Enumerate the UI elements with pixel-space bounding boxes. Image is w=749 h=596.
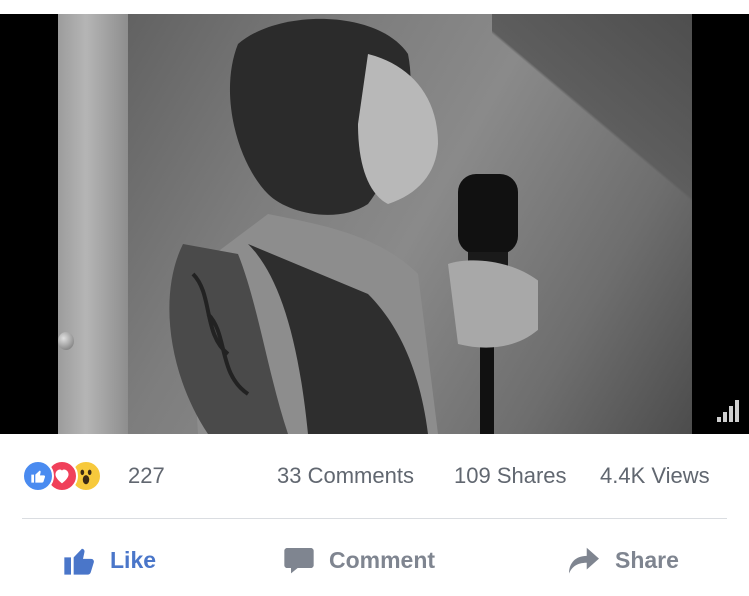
reaction-summary[interactable]	[22, 460, 132, 494]
share-button[interactable]: Share	[567, 540, 679, 580]
like-reaction-icon	[22, 460, 54, 492]
comment-label: Comment	[329, 546, 436, 573]
share-label: Share	[615, 546, 679, 573]
shares-count[interactable]: 109 Shares	[454, 463, 567, 489]
video-frame[interactable]	[58, 14, 692, 434]
share-arrow-icon	[569, 547, 599, 574]
views-count: 4.4K Views	[600, 463, 710, 488]
like-label: Like	[110, 546, 157, 573]
comment-button[interactable]: Comment	[283, 540, 435, 580]
comment-bubble-icon	[284, 548, 314, 574]
door-knob	[58, 332, 74, 350]
singer-figure	[169, 18, 538, 434]
like-button[interactable]: Like	[62, 540, 156, 580]
signal-strength-icon	[717, 400, 739, 422]
post-actions: Like Comment Share	[0, 530, 749, 590]
thumbs-up-icon	[64, 548, 94, 575]
divider	[22, 518, 727, 519]
post-stats-bar: 227 33 Comments 109 Shares 4.4K Views	[0, 452, 749, 502]
reaction-count[interactable]: 227	[128, 463, 165, 489]
comments-count[interactable]: 33 Comments	[277, 463, 414, 489]
video-player[interactable]	[0, 14, 749, 434]
